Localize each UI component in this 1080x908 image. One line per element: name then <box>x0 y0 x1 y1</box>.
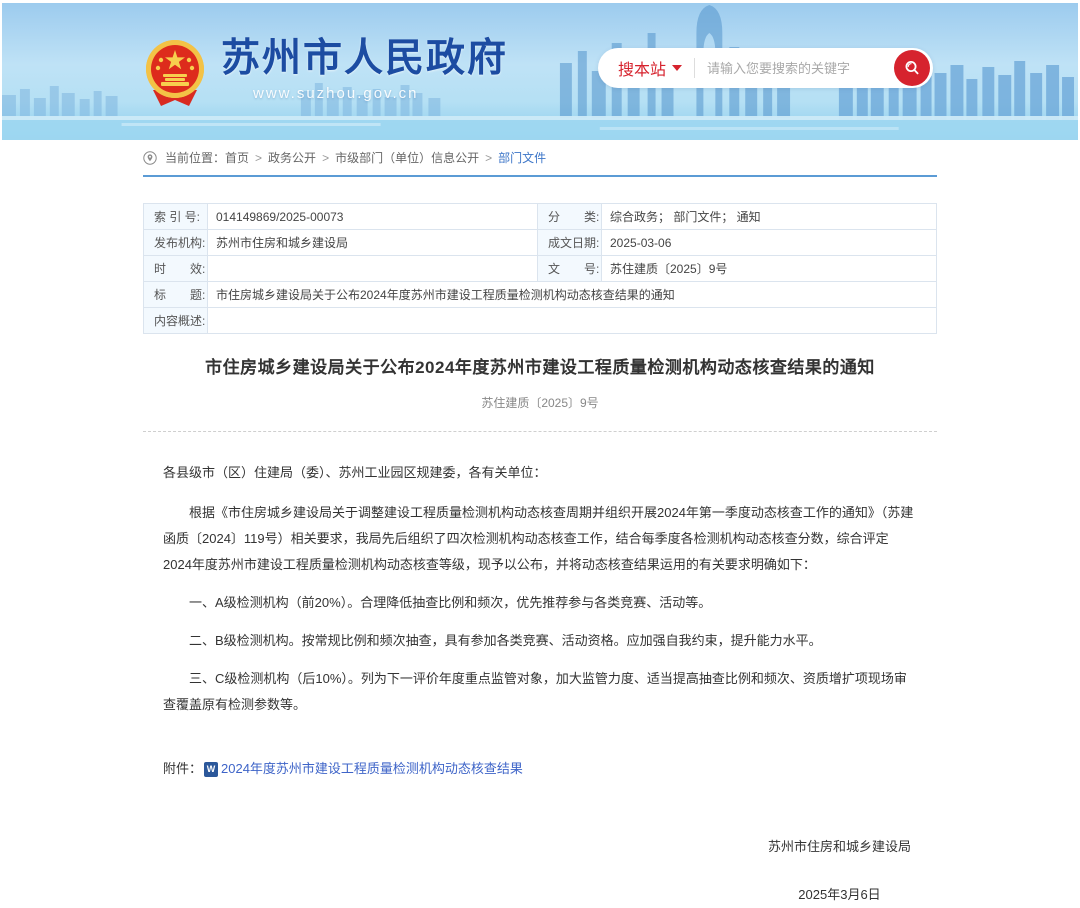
attachment-link[interactable]: 2024年度苏州市建设工程质量检测机构动态核查结果 <box>221 756 523 782</box>
doc-number: 苏住建质〔2025〕9号 <box>143 394 937 411</box>
title-label: 标 题: <box>144 282 208 308</box>
issuing-agency: 苏州市住房和城乡建设局 <box>768 834 911 860</box>
breadcrumb-shiji-bumen[interactable]: 市级部门（单位）信息公开 <box>335 149 479 166</box>
breadcrumb-home[interactable]: 首页 <box>225 149 249 166</box>
table-row: 发布机构: 苏州市住房和城乡建设局 成文日期: 2025-03-06 <box>144 230 937 256</box>
chevron-down-icon <box>672 65 682 71</box>
signature-block: 苏州市住房和城乡建设局 2025年3月6日 <box>163 834 917 908</box>
search-button[interactable] <box>894 50 930 86</box>
table-row: 时 效: 文 号: 苏住建质〔2025〕9号 <box>144 256 937 282</box>
summary-label: 内容概述: <box>144 308 208 334</box>
breadcrumb-prefix: 当前位置： <box>165 149 225 166</box>
docno-value: 苏住建质〔2025〕9号 <box>602 256 937 282</box>
list-item-3: 三、C级检测机构（后10%）。列为下一评价年度重点监管对象，加大监管力度、适当提… <box>163 666 917 718</box>
table-row: 内容概述: <box>144 308 937 334</box>
breadcrumb-separator: > <box>485 151 492 165</box>
date-value: 2025-03-06 <box>602 230 937 256</box>
paragraph: 根据《市住房城乡建设局关于调整建设工程质量检测机构动态核查周期并组织开展2024… <box>163 500 917 578</box>
agency-label: 发布机构: <box>144 230 208 256</box>
salutation: 各县级市（区）住建局（委）、苏州工业园区规建委，各有关单位： <box>163 460 917 486</box>
site-logo[interactable]: 苏州市人民政府 www.suzhou.gov.cn <box>143 38 508 110</box>
table-row: 标 题: 市住房城乡建设局关于公布2024年度苏州市建设工程质量检测机构动态核查… <box>144 282 937 308</box>
search-icon <box>903 59 921 77</box>
article: 市住房城乡建设局关于公布2024年度苏州市建设工程质量检测机构动态核查结果的通知… <box>143 333 937 908</box>
breadcrumb-current[interactable]: 部门文件 <box>498 149 546 166</box>
validity-value <box>208 256 538 282</box>
document-meta-table: 索 引 号: 014149869/2025-00073 分 类: 综合政务； 部… <box>143 203 937 334</box>
search-input[interactable] <box>695 61 894 76</box>
agency-value: 苏州市住房和城乡建设局 <box>208 230 538 256</box>
search-scope-label: 搜本站 <box>618 56 666 80</box>
word-file-icon: W <box>204 762 218 777</box>
issue-date: 2025年3月6日 <box>768 882 911 908</box>
location-pin-icon <box>143 151 157 165</box>
table-row: 索 引 号: 014149869/2025-00073 分 类: 综合政务； 部… <box>144 204 937 230</box>
list-item-2: 二、B级检测机构。按常规比例和频次抽查，具有参加各类竞赛、活动资格。应加强自我约… <box>163 628 917 654</box>
index-label: 索 引 号: <box>144 204 208 230</box>
page-title: 市住房城乡建设局关于公布2024年度苏州市建设工程质量检测机构动态核查结果的通知 <box>143 353 937 378</box>
date-label: 成文日期: <box>538 230 602 256</box>
header-banner: 苏州市人民政府 www.suzhou.gov.cn 搜本站 <box>2 3 1078 140</box>
summary-value <box>208 308 937 334</box>
list-item-1: 一、A级检测机构（前20%）。合理降低抽查比例和频次，优先推荐参与各类竞赛、活动… <box>163 590 917 616</box>
attachment-label: 附件： <box>163 756 202 782</box>
category-value: 综合政务； 部门文件； 通知 <box>602 204 937 230</box>
site-title: 苏州市人民政府 <box>221 38 508 81</box>
breadcrumb-separator: > <box>322 151 329 165</box>
search-scope-dropdown[interactable]: 搜本站 <box>598 56 694 80</box>
breadcrumb: 当前位置： 首页 > 政务公开 > 市级部门（单位）信息公开 > 部门文件 <box>143 140 937 177</box>
dotted-divider <box>143 431 937 432</box>
search-bar: 搜本站 <box>598 48 933 88</box>
title-value: 市住房城乡建设局关于公布2024年度苏州市建设工程质量检测机构动态核查结果的通知 <box>208 282 937 308</box>
national-emblem-icon <box>143 38 207 110</box>
breadcrumb-separator: > <box>255 151 262 165</box>
validity-label: 时 效: <box>144 256 208 282</box>
breadcrumb-zhengwu[interactable]: 政务公开 <box>268 149 316 166</box>
site-url: www.suzhou.gov.cn <box>253 85 508 102</box>
article-body: 各县级市（区）住建局（委）、苏州工业园区规建委，各有关单位： 根据《市住房城乡建… <box>143 460 937 908</box>
attachment-row: 附件： W 2024年度苏州市建设工程质量检测机构动态核查结果 <box>163 756 917 782</box>
index-value: 014149869/2025-00073 <box>208 204 538 230</box>
docno-label: 文 号: <box>538 256 602 282</box>
category-label: 分 类: <box>538 204 602 230</box>
